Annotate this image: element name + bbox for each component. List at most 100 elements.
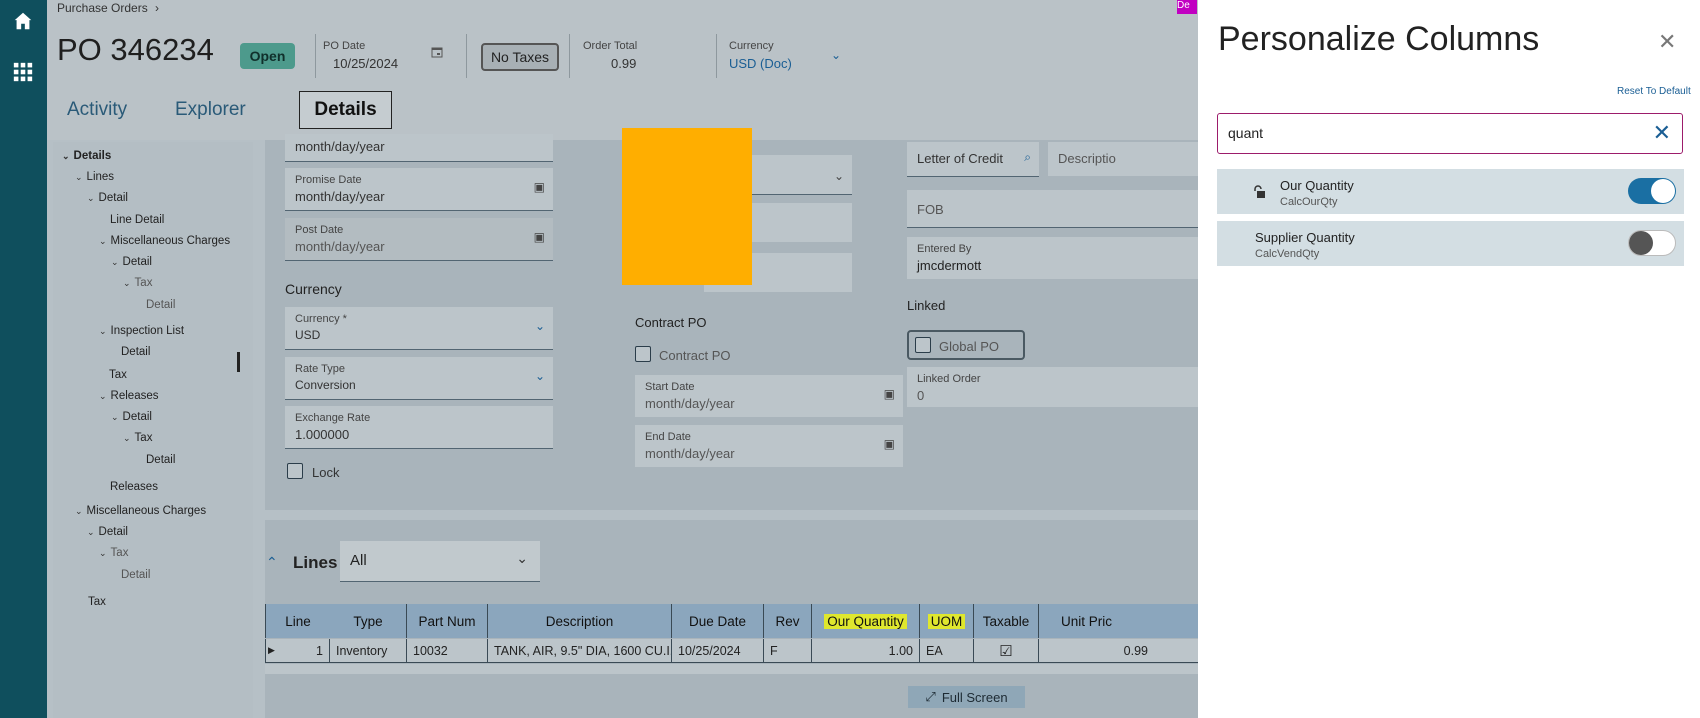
unlock-icon[interactable] — [1252, 185, 1266, 199]
reset-to-default-link[interactable]: Reset To Default — [1617, 86, 1691, 97]
tab-explorer[interactable]: Explorer — [175, 99, 246, 121]
search-value: quant — [1228, 125, 1264, 141]
end-date-field[interactable]: End Date month/day/year ▣ — [635, 425, 903, 467]
clear-icon[interactable]: ✕ — [1653, 120, 1671, 146]
tree-item[interactable]: ⌄ Tax — [123, 432, 152, 444]
tree-item[interactable]: Detail — [146, 299, 175, 311]
table-cell[interactable]: 10032 — [407, 639, 488, 663]
calendar-icon[interactable]: ▣ — [534, 180, 545, 194]
toggle-supplier-quantity[interactable] — [1628, 230, 1676, 256]
date-field[interactable]: month/day/year — [285, 134, 553, 162]
fob-field[interactable]: FOB — [907, 190, 1198, 228]
chevron-down-icon[interactable]: ⌄ — [831, 48, 841, 62]
tree-item[interactable]: ⌄ Detail — [87, 526, 128, 538]
column-header[interactable]: Description — [488, 604, 672, 638]
contract-po-section-title: Contract PO — [635, 315, 707, 330]
tree-item[interactable]: ⌄ Lines — [75, 171, 114, 183]
table-row[interactable]: ▶ 1 — [265, 639, 330, 663]
global-po-label: Global PO — [939, 339, 999, 354]
table-cell[interactable]: 1.00 — [812, 639, 920, 663]
tree-item[interactable]: Releases — [110, 481, 158, 493]
contract-po-checkbox[interactable] — [635, 346, 651, 362]
tree-item[interactable]: Line Detail — [110, 214, 164, 226]
calendar-icon: ▣ — [533, 230, 545, 244]
column-header[interactable]: Line — [265, 604, 331, 638]
apps-grid-icon[interactable] — [12, 61, 34, 83]
lines-filter-select[interactable]: All ⌄ — [340, 541, 540, 582]
tree-item[interactable]: ⌄ Inspection List — [99, 325, 184, 337]
po-date-value[interactable]: 10/25/2024 — [333, 56, 398, 71]
tree-item[interactable]: ⌄ Detail — [111, 256, 152, 268]
calendar-icon[interactable] — [431, 46, 443, 58]
exchange-rate-field[interactable]: Exchange Rate 1.000000 — [285, 406, 553, 449]
column-header[interactable]: Due Date — [672, 604, 764, 638]
divider — [466, 34, 467, 78]
column-header[interactable]: Taxable — [974, 604, 1039, 638]
chevron-down-icon[interactable]: ⌄ — [834, 169, 844, 183]
column-header-uom[interactable]: UOM — [920, 604, 974, 638]
column-header[interactable]: Type — [330, 604, 407, 638]
tree-item[interactable]: ⌄ Details — [62, 150, 111, 162]
promise-date-field[interactable]: Promise Date month/day/year ▣ — [285, 168, 553, 211]
global-po-checkbox[interactable] — [915, 337, 931, 353]
tree-item[interactable]: ⌄ Miscellaneous Charges — [99, 235, 230, 247]
checked-checkbox-icon[interactable]: ☑ — [999, 642, 1012, 660]
table-cell[interactable]: EA — [920, 639, 974, 663]
tree-item[interactable]: Tax — [88, 596, 106, 608]
lock-label: Lock — [312, 465, 340, 480]
tree-item[interactable]: ⌄ Releases — [99, 390, 159, 402]
tree-splitter[interactable] — [237, 352, 240, 372]
breadcrumb[interactable]: Purchase Orders › — [57, 1, 159, 15]
letter-of-credit-field[interactable]: Letter of Credit ⌕ — [907, 142, 1039, 177]
tab-activity[interactable]: Activity — [67, 99, 127, 121]
row-indicator-icon: ▶ — [268, 645, 275, 655]
lock-checkbox[interactable] — [287, 463, 303, 479]
chevron-down-icon[interactable]: ⌄ — [516, 550, 528, 567]
tree-item[interactable]: Detail — [121, 346, 150, 358]
expand-icon: ⤢ — [925, 689, 936, 704]
column-option-row[interactable]: Our Quantity CalcOurQty — [1217, 169, 1684, 214]
tree-item[interactable]: ⌄ Detail — [111, 411, 152, 423]
tree-item[interactable]: ⌄ Detail — [87, 192, 128, 204]
search-icon[interactable]: ⌕ — [1024, 150, 1031, 165]
tree-item[interactable]: ⌄ Miscellaneous Charges — [75, 505, 206, 517]
column-option-row[interactable]: Supplier Quantity CalcVendQty — [1217, 221, 1684, 266]
table-cell[interactable]: 0.99 — [1039, 639, 1198, 663]
column-option-field: CalcOurQty — [1280, 196, 1338, 208]
tree-item[interactable]: Tax — [109, 369, 127, 381]
currency-select[interactable]: Currency * USD ⌄ — [285, 307, 553, 350]
currency-value[interactable]: USD (Doc) — [729, 56, 792, 71]
breadcrumb-link[interactable]: Purchase Orders — [57, 1, 148, 15]
table-cell[interactable]: TANK, AIR, 9.5" DIA, 1600 CU.I... — [488, 639, 672, 663]
column-header[interactable]: Unit Pric — [1039, 604, 1198, 638]
po-date-label: PO Date — [323, 40, 366, 52]
home-icon[interactable] — [12, 10, 34, 32]
divider — [569, 34, 570, 78]
column-header-our-quantity[interactable]: Our Quantity — [812, 604, 920, 638]
chevron-down-icon[interactable]: ⌄ — [535, 369, 545, 383]
description-field[interactable]: Descriptio — [1048, 142, 1198, 176]
rate-type-select[interactable]: Rate Type Conversion ⌄ — [285, 357, 553, 400]
column-search-input[interactable]: quant ✕ — [1217, 113, 1683, 154]
collapse-chevron-icon[interactable]: ⌃ — [266, 554, 278, 571]
no-taxes-button[interactable]: No Taxes — [481, 43, 559, 71]
tree-item[interactable]: Detail — [146, 454, 175, 466]
tree-item[interactable]: ⌄ Tax — [99, 547, 128, 559]
tab-details[interactable]: Details — [299, 91, 392, 129]
close-icon[interactable]: ✕ — [1658, 29, 1676, 55]
column-header[interactable]: Rev — [764, 604, 812, 638]
chevron-down-icon[interactable]: ⌄ — [535, 319, 545, 333]
tree-item[interactable]: Detail — [121, 569, 150, 581]
full-screen-button[interactable]: ⤢ Full Screen — [908, 686, 1025, 708]
calendar-icon[interactable]: ▣ — [884, 387, 895, 401]
toggle-our-quantity[interactable] — [1628, 178, 1676, 204]
start-date-field[interactable]: Start Date month/day/year ▣ — [635, 375, 903, 417]
table-cell[interactable]: Inventory — [330, 639, 407, 663]
table-cell[interactable]: 10/25/2024 — [672, 639, 764, 663]
table-cell[interactable]: F — [764, 639, 812, 663]
calendar-icon[interactable]: ▣ — [884, 437, 895, 451]
tree-item[interactable]: ⌄ Tax — [123, 277, 152, 289]
column-header[interactable]: Part Num — [407, 604, 488, 638]
order-total-value: 0.99 — [611, 56, 637, 71]
table-cell[interactable]: ☑ — [974, 639, 1039, 663]
